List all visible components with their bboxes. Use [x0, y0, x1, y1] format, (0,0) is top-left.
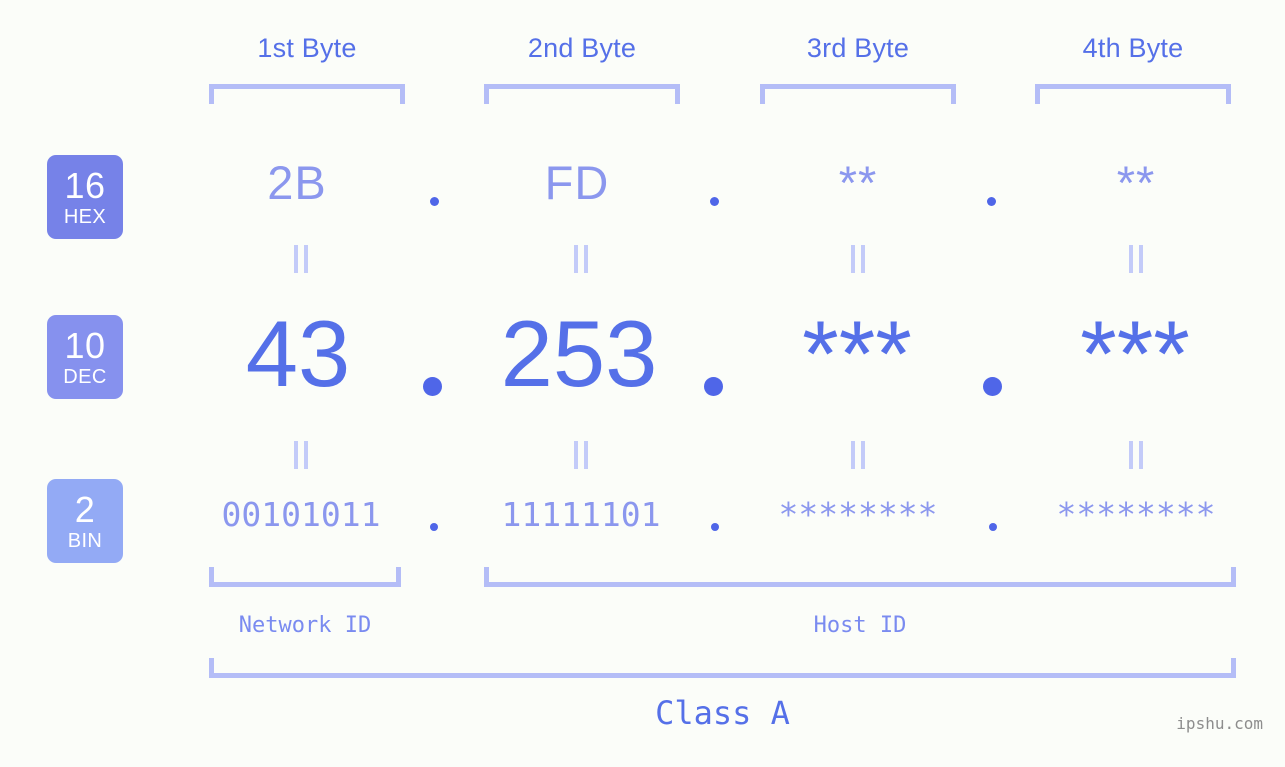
byte-bracket-top-1 [209, 84, 405, 104]
equals-marker-dec-bin-2 [574, 441, 588, 469]
dec-byte-1: 43 [245, 301, 351, 406]
ip-address-breakdown-diagram: 1st Byte 2nd Byte 3rd Byte 4th Byte 16 H… [0, 0, 1285, 767]
dec-dot-separator-3 [983, 377, 1002, 396]
base-badge-hex: 16 HEX [47, 155, 123, 239]
network-id-bracket [209, 567, 401, 587]
network-id-label: Network ID [238, 613, 372, 638]
bin-byte-2: 11111101 [501, 495, 661, 534]
equals-marker-dec-bin-1 [294, 441, 308, 469]
hex-byte-2: FD [544, 156, 610, 209]
bin-dot-separator-3 [989, 523, 997, 531]
class-label: Class A [655, 694, 790, 732]
base-badge-bin-number: 2 [74, 488, 96, 530]
byte-header-1: 1st Byte [257, 33, 357, 63]
hex-byte-4: ** [1116, 156, 1156, 209]
byte-header-3: 3rd Byte [806, 33, 910, 63]
base-badge-dec: 10 DEC [47, 315, 123, 399]
dec-dot-separator-2 [704, 377, 723, 396]
dec-byte-3: *** [802, 301, 912, 406]
equals-marker-hex-dec-2 [574, 245, 588, 273]
dec-byte-4: *** [1080, 301, 1190, 406]
equals-marker-hex-dec-3 [851, 245, 865, 273]
equals-marker-dec-bin-3 [851, 441, 865, 469]
dec-byte-2: 253 [500, 301, 658, 406]
equals-marker-dec-bin-4 [1129, 441, 1143, 469]
base-badge-hex-label: HEX [63, 205, 107, 228]
bin-dot-separator-1 [430, 523, 438, 531]
watermark: ipshu.com [1176, 714, 1263, 733]
host-id-label: Host ID [813, 613, 907, 638]
hex-dot-separator-1 [430, 197, 439, 206]
bin-dot-separator-2 [711, 523, 719, 531]
byte-bracket-top-3 [760, 84, 956, 104]
base-badge-dec-number: 10 [64, 324, 106, 366]
byte-bracket-top-4 [1035, 84, 1231, 104]
base-badge-hex-number: 16 [64, 164, 106, 206]
byte-bracket-top-2 [484, 84, 680, 104]
host-id-bracket [484, 567, 1236, 587]
hex-dot-separator-3 [987, 197, 996, 206]
class-bracket [209, 658, 1236, 678]
hex-byte-3: ** [838, 156, 878, 209]
base-badge-dec-label: DEC [63, 365, 107, 388]
bin-byte-3: ******** [778, 495, 938, 534]
byte-header-4: 4th Byte [1082, 33, 1184, 63]
equals-marker-hex-dec-1 [294, 245, 308, 273]
bin-byte-4: ******** [1056, 495, 1216, 534]
base-badge-bin: 2 BIN [47, 479, 123, 563]
base-badge-bin-label: BIN [67, 529, 103, 552]
hex-dot-separator-2 [710, 197, 719, 206]
hex-byte-1: 2B [267, 156, 327, 209]
equals-marker-hex-dec-4 [1129, 245, 1143, 273]
bin-byte-1: 00101011 [221, 495, 381, 534]
byte-header-2: 2nd Byte [527, 33, 637, 63]
dec-dot-separator-1 [423, 377, 442, 396]
